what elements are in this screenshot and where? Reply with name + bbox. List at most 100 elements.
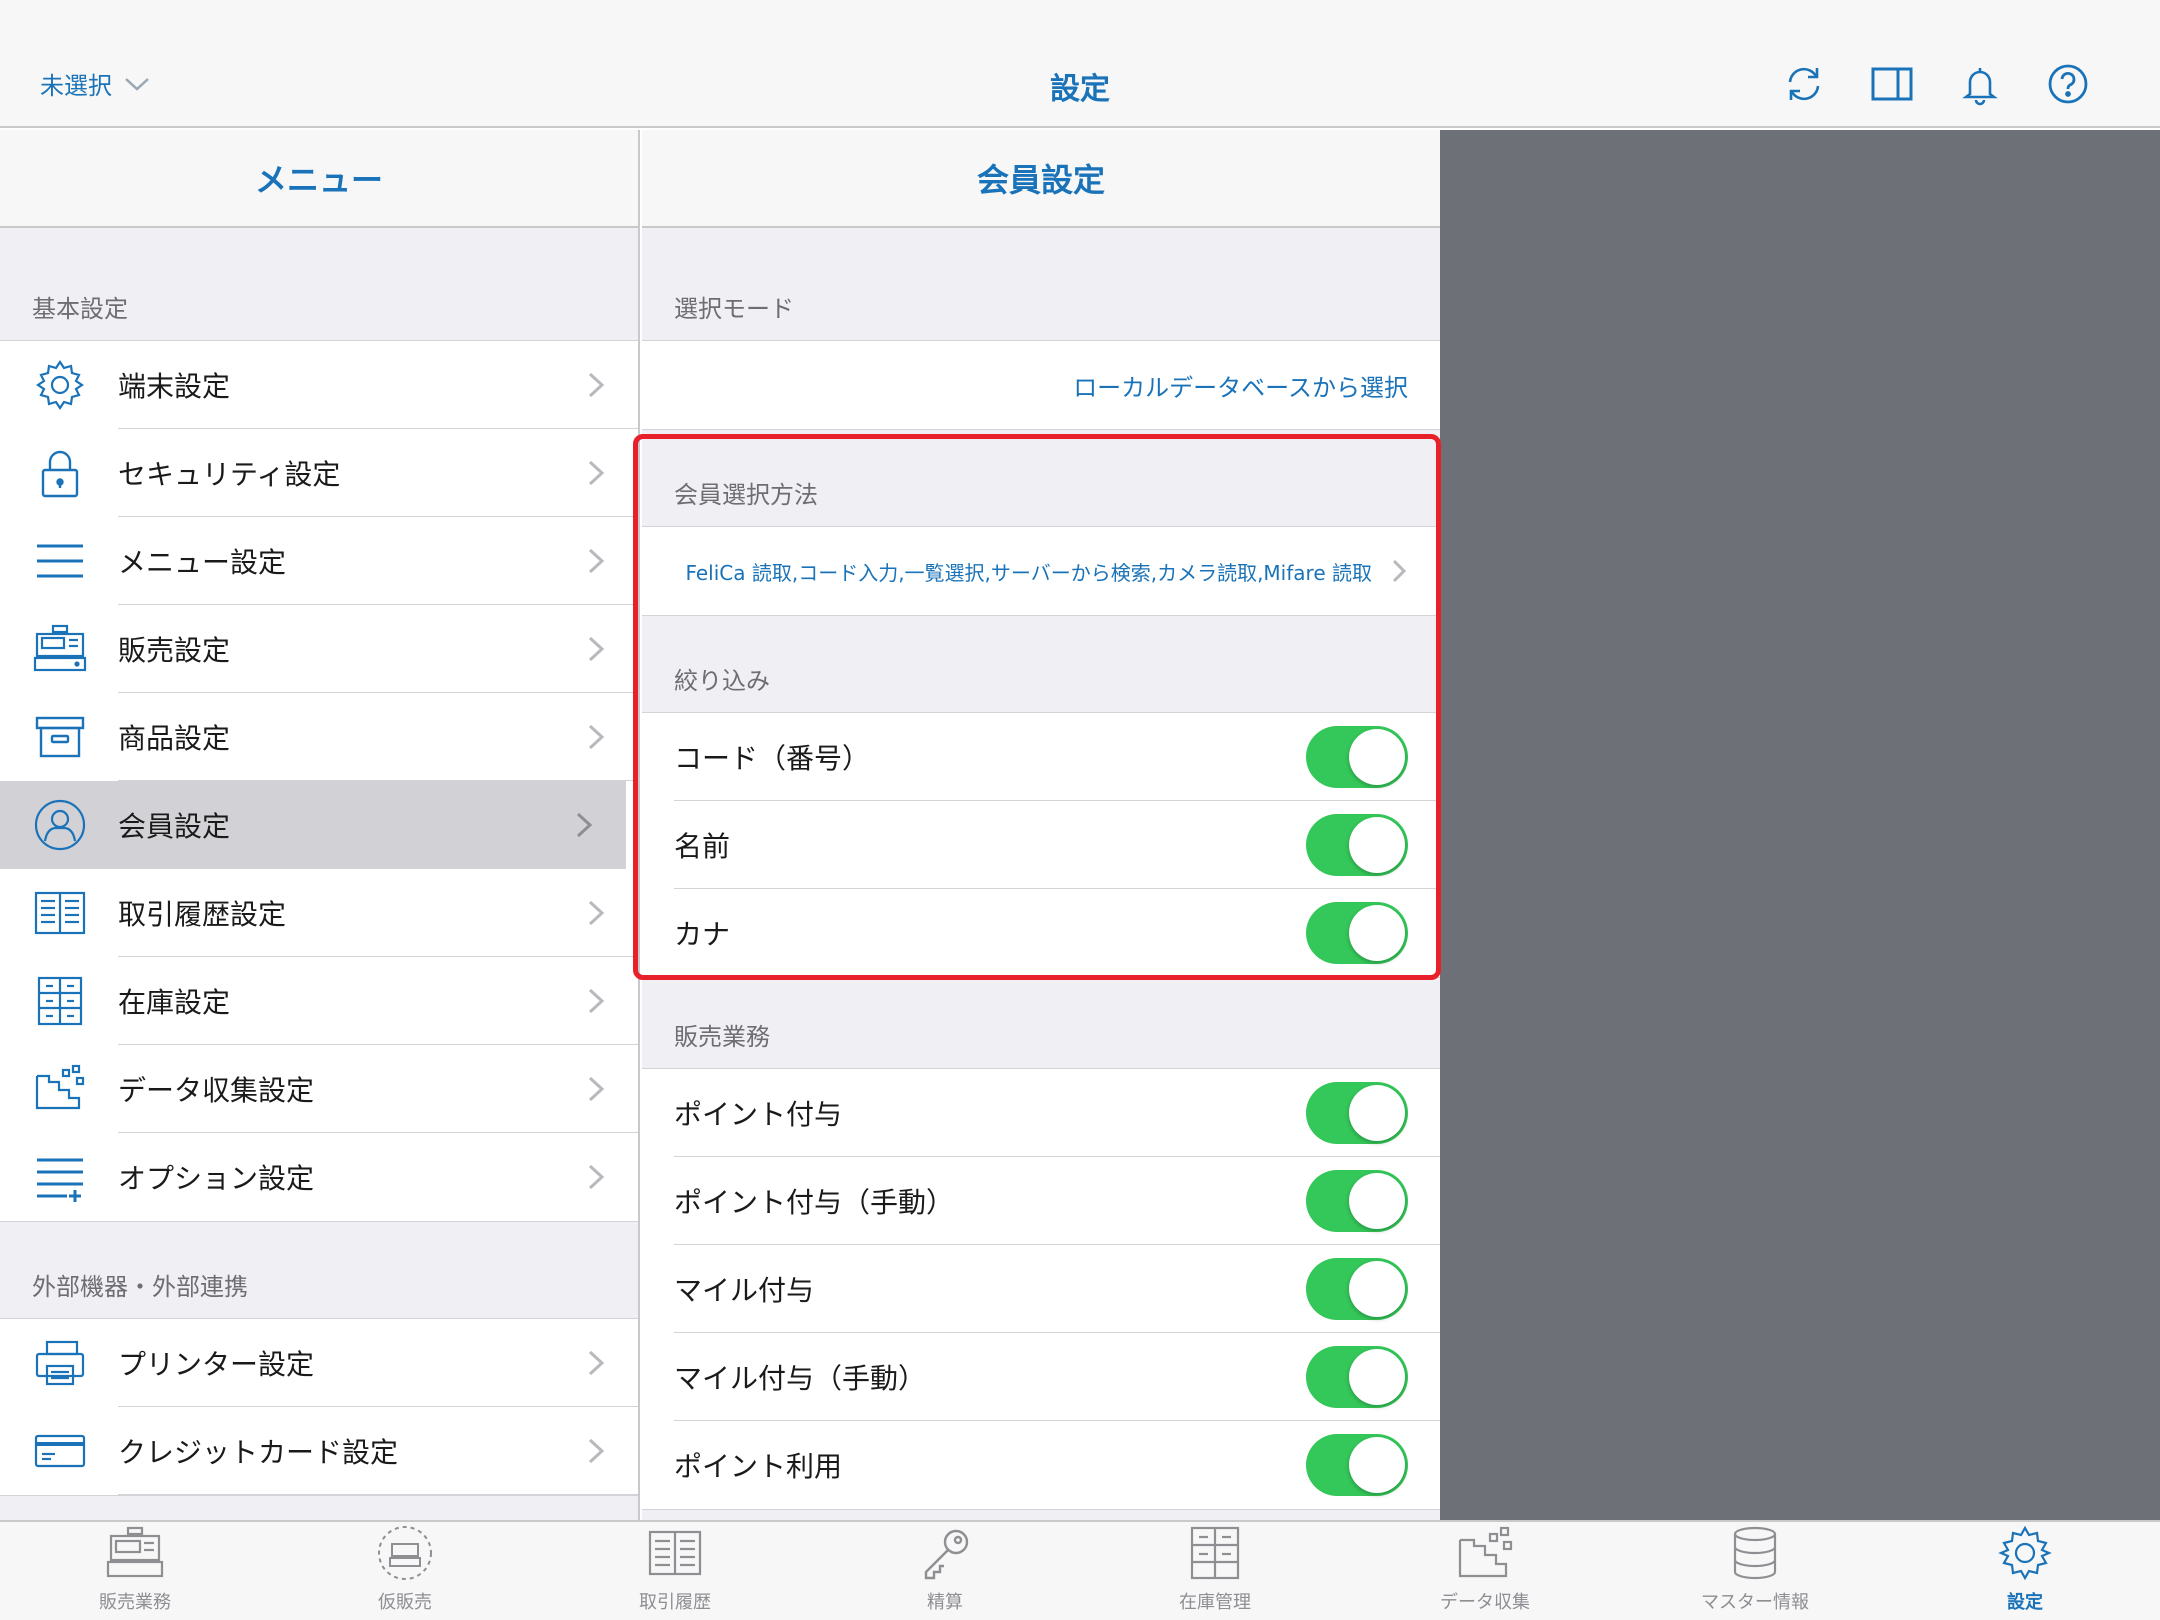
point-award-toggle[interactable] (1306, 1082, 1408, 1144)
filter-group: コード（番号） 名前 カナ (642, 712, 1440, 978)
chevron-right-icon (588, 724, 605, 750)
menu-item-terminal[interactable]: 端末設定 (0, 341, 638, 429)
select-method-value: FeliCa 読取,コード入力,一覧選択,サーバーから検索,カメラ読取,Mifa… (685, 560, 1372, 585)
sales-row-mile-award-manual: マイル付与（手動） (642, 1333, 1440, 1421)
filter-label: カナ (674, 918, 731, 951)
chevron-right-icon (588, 1438, 605, 1464)
sales-label: ポイント利用 (674, 1450, 843, 1483)
cabinet-icon (32, 973, 88, 1029)
tab-label: 精算 (927, 1592, 963, 1613)
printer-icon (32, 1335, 88, 1391)
name-toggle[interactable] (1306, 814, 1408, 876)
dimmed-area (1440, 130, 2160, 1520)
menu-item-sales[interactable]: 販売設定 (0, 605, 638, 693)
select-mode-row[interactable]: ローカルデータベースから選択 (642, 341, 1440, 429)
temp-sale-icon (378, 1526, 432, 1580)
mile-award-manual-toggle[interactable] (1306, 1346, 1408, 1408)
mile-award-toggle[interactable] (1306, 1258, 1408, 1320)
select-method-group: FeliCa 読取,コード入力,一覧選択,サーバーから検索,カメラ読取,Mifa… (642, 526, 1440, 616)
menu-item-options[interactable]: オプション設定 (0, 1133, 638, 1221)
menu-item-credit-card[interactable]: クレジットカード設定 (0, 1407, 638, 1495)
database-icon (1733, 1526, 1777, 1580)
tab-settlement[interactable]: 精算 (810, 1522, 1080, 1620)
tab-transaction-history[interactable]: 取引履歴 (540, 1522, 810, 1620)
select-method-row[interactable]: FeliCa 読取,コード入力,一覧選択,サーバーから検索,カメラ読取,Mifa… (642, 527, 1440, 615)
lock-icon (32, 445, 88, 501)
tab-label: 仮販売 (378, 1592, 432, 1613)
book-icon (648, 1530, 702, 1576)
section-label-sales: 販売業務 (674, 1023, 770, 1051)
tab-temp-sale[interactable]: 仮販売 (270, 1522, 540, 1620)
external-settings-list: プリンター設定 クレジットカード設定 (0, 1318, 638, 1496)
menu-item-data-collection[interactable]: データ収集設定 (0, 1045, 638, 1133)
chevron-right-icon (588, 1164, 605, 1190)
tab-label: マスター情報 (1701, 1592, 1809, 1613)
split-view-icon[interactable] (1870, 62, 1914, 106)
tab-label: 取引履歴 (639, 1592, 711, 1613)
chevron-right-icon (576, 812, 593, 838)
help-icon[interactable] (2046, 62, 2090, 106)
bell-icon[interactable] (1958, 62, 2002, 106)
menu-item-label: 商品設定 (118, 722, 231, 755)
menu-item-label: オプション設定 (118, 1162, 315, 1195)
menu-item-transaction-history[interactable]: 取引履歴設定 (0, 869, 638, 957)
sales-label: ポイント付与 (674, 1098, 843, 1131)
detail-header: 会員設定 (642, 130, 1440, 228)
book-icon (32, 885, 88, 941)
menu-item-security[interactable]: セキュリティ設定 (0, 429, 638, 517)
menu-item-member[interactable]: 会員設定 (0, 781, 626, 869)
menu-item-menu[interactable]: メニュー設定 (0, 517, 638, 605)
sales-label: マイル付与（手動） (674, 1362, 927, 1395)
section-label-external: 外部機器・外部連携 (32, 1273, 248, 1301)
sales-label: ポイント付与（手動） (674, 1186, 955, 1219)
menu-item-inventory[interactable]: 在庫設定 (0, 957, 638, 1045)
data-collect-icon (1458, 1526, 1513, 1578)
filter-label: コード（番号） (674, 742, 871, 775)
register-icon (106, 1526, 164, 1578)
menu-item-label: 取引履歴設定 (118, 898, 287, 931)
tab-master-info[interactable]: マスター情報 (1620, 1522, 1890, 1620)
menu-item-label: 在庫設定 (118, 986, 231, 1019)
chevron-right-icon (588, 988, 605, 1014)
key-icon (924, 1529, 969, 1580)
tab-sales[interactable]: 販売業務 (0, 1522, 270, 1620)
credit-card-icon (32, 1423, 88, 1479)
tab-label: 在庫管理 (1179, 1592, 1251, 1613)
detail-column: 会員設定 選択モード ローカルデータベースから選択 会員選択方法 FeliCa … (642, 130, 1440, 1520)
chevron-right-icon (588, 900, 605, 926)
menu-item-label: 販売設定 (118, 634, 231, 667)
tab-data-collection[interactable]: データ収集 (1350, 1522, 1620, 1620)
tab-bar: 販売業務 仮販売 取引履歴 精算 在庫管理 データ収集 マスター情報 設定 (0, 1520, 2160, 1620)
data-collect-icon (32, 1061, 88, 1117)
gear-icon (32, 357, 88, 413)
menu-header: メニュー (0, 130, 638, 228)
filter-row-kana: カナ (642, 889, 1440, 977)
chevron-right-icon (588, 460, 605, 486)
menu-item-label: データ収集設定 (118, 1074, 315, 1107)
sales-row-point-award-manual: ポイント付与（手動） (642, 1157, 1440, 1245)
tab-settings[interactable]: 設定 (1890, 1522, 2160, 1620)
select-mode-group: ローカルデータベースから選択 (642, 340, 1440, 430)
user-icon (32, 797, 88, 853)
menu-column: メニュー 基本設定 端末設定 セキュリティ設定 メニュー設定 販売設定 商品設定… (0, 130, 640, 1520)
code-toggle[interactable] (1306, 726, 1408, 788)
sync-icon[interactable] (1782, 62, 1826, 106)
sales-label: マイル付与 (674, 1274, 815, 1307)
menu-item-printer[interactable]: プリンター設定 (0, 1319, 638, 1407)
list-icon (32, 533, 88, 589)
kana-toggle[interactable] (1306, 902, 1408, 964)
filter-row-code: コード（番号） (642, 713, 1440, 801)
tab-inventory[interactable]: 在庫管理 (1080, 1522, 1350, 1620)
menu-item-label: プリンター設定 (118, 1348, 315, 1381)
menu-item-label: クレジットカード設定 (118, 1436, 399, 1469)
point-use-toggle[interactable] (1306, 1434, 1408, 1496)
sales-row-point-award: ポイント付与 (642, 1069, 1440, 1157)
menu-item-label: 端末設定 (118, 370, 231, 403)
chevron-right-icon (588, 372, 605, 398)
point-award-manual-toggle[interactable] (1306, 1170, 1408, 1232)
sales-row-point-use: ポイント利用 (642, 1421, 1440, 1509)
chevron-right-icon (1392, 559, 1407, 583)
basic-settings-list: 端末設定 セキュリティ設定 メニュー設定 販売設定 商品設定 会員設定 取引履歴… (0, 340, 638, 1222)
menu-item-product[interactable]: 商品設定 (0, 693, 638, 781)
chevron-right-icon (588, 1350, 605, 1376)
